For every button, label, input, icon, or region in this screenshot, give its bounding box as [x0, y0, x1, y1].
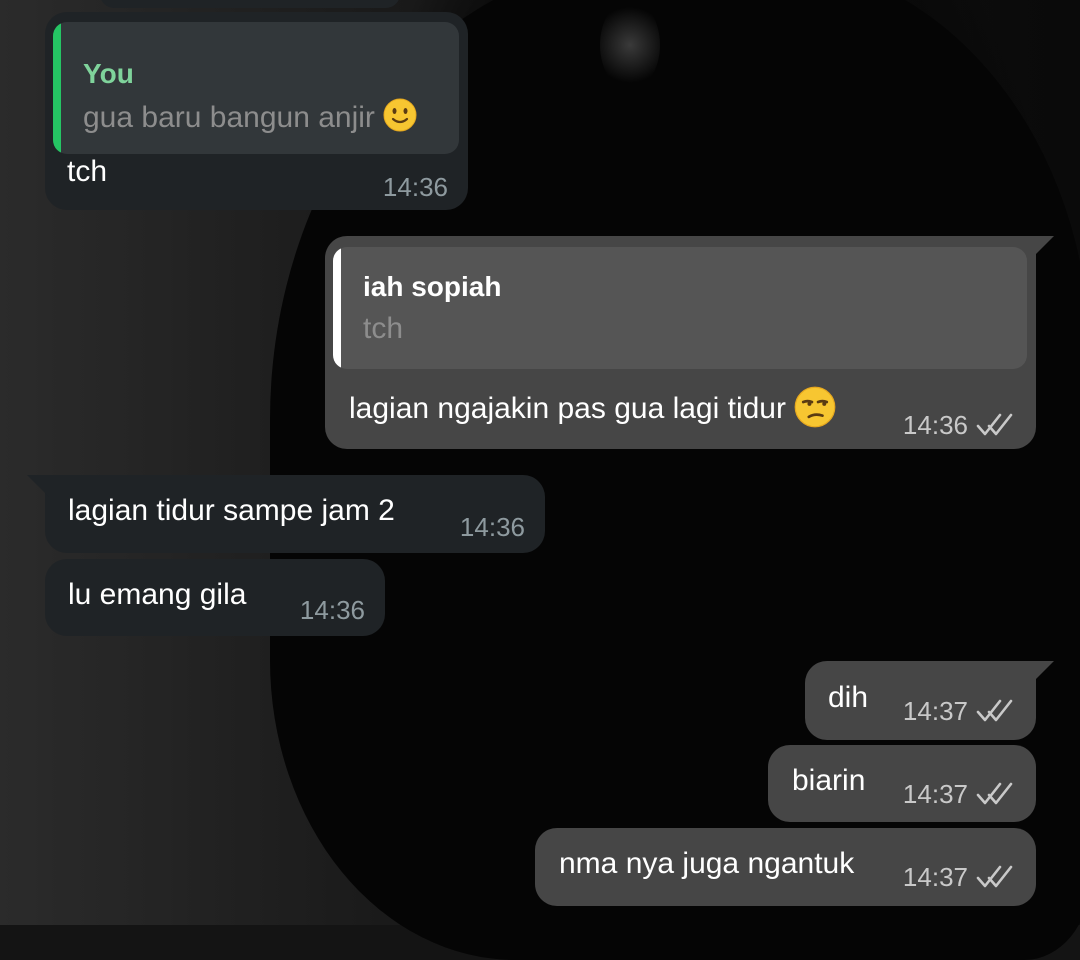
message-time: 14:36 — [382, 172, 448, 202]
bubble-tail — [1030, 236, 1054, 260]
previous-message-bubble[interactable] — [100, 0, 400, 8]
message-text: lagian ngajakin pas gua lagi tidur — [349, 386, 836, 428]
quoted-message[interactable]: You gua baru bangun anjir — [53, 22, 459, 154]
wallpaper-glow — [600, 0, 660, 90]
double-check-icon — [976, 782, 1016, 806]
double-check-icon — [976, 413, 1016, 437]
message-text: lagian tidur sampe jam 2 — [68, 494, 395, 527]
message-time: 14:36 — [299, 595, 365, 625]
double-check-icon — [976, 699, 1016, 723]
message-bubble-outgoing[interactable]: biarin 14:37 — [768, 745, 1036, 822]
slightly-smiling-face-icon — [383, 98, 417, 132]
message-bubble-incoming[interactable]: You gua baru bangun anjir tch 14:36 — [45, 12, 468, 210]
message-text: lu emang gila — [68, 578, 247, 611]
message-text: dih — [828, 681, 869, 714]
message-bubble-outgoing[interactable]: iah sopiah tch lagian ngajakin pas gua l… — [325, 236, 1036, 449]
message-text: tch — [67, 155, 108, 188]
message-time: 14:37 — [902, 862, 968, 892]
message-meta: 14:36 — [903, 410, 1016, 440]
bubble-tail — [27, 475, 49, 497]
message-meta: 14:37 — [903, 696, 1016, 726]
unamused-face-icon — [794, 386, 836, 428]
quote-author: iah sopiah — [363, 271, 502, 302]
quote-text: gua baru bangun anjir — [83, 98, 417, 136]
message-bubble-outgoing[interactable]: nma nya juga ngantuk 14:37 — [535, 828, 1036, 906]
message-meta: 14:37 — [903, 862, 1016, 892]
message-bubble-incoming[interactable]: lu emang gila 14:36 — [45, 559, 385, 636]
quote-author: You — [83, 58, 134, 89]
message-time: 14:36 — [902, 410, 968, 440]
message-time: 14:36 — [459, 512, 525, 542]
bubble-tail — [1030, 661, 1054, 685]
quote-text: tch — [363, 312, 404, 345]
message-text: nma nya juga ngantuk — [559, 847, 855, 880]
quote-accent-bar — [333, 247, 341, 369]
message-time: 14:37 — [902, 779, 968, 809]
message-bubble-outgoing[interactable]: dih 14:37 — [805, 661, 1036, 740]
message-time: 14:37 — [902, 696, 968, 726]
message-meta: 14:37 — [903, 779, 1016, 809]
quoted-message[interactable]: iah sopiah tch — [333, 247, 1027, 369]
message-text: biarin — [792, 764, 866, 797]
message-bubble-incoming[interactable]: lagian tidur sampe jam 2 14:36 — [45, 475, 545, 553]
double-check-icon — [976, 865, 1016, 889]
quote-accent-bar — [53, 22, 61, 154]
